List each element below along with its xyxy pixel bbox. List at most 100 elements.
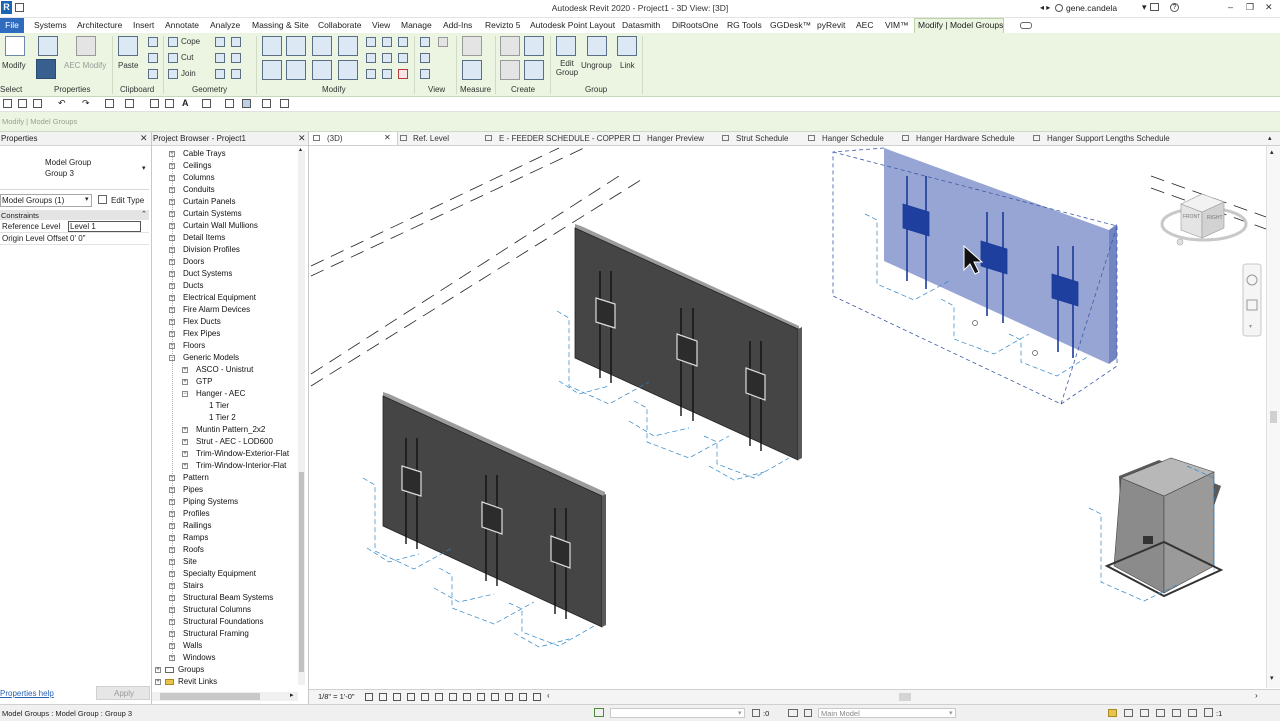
nav-arrows-icon[interactable]: ◂ ▸ bbox=[1040, 3, 1050, 12]
browser-item-trim-window-interior-flat[interactable]: + Trim-Window-Interior-Flat bbox=[152, 460, 298, 472]
browser-item-hanger-aec[interactable]: − Hanger - AEC bbox=[152, 388, 298, 400]
type-selector-dropdown-icon[interactable]: ▾ bbox=[142, 164, 146, 172]
expand-icon[interactable]: + bbox=[155, 667, 161, 673]
collapse-icon[interactable]: − bbox=[182, 391, 188, 397]
align-icon[interactable] bbox=[262, 36, 282, 56]
background-process-icon[interactable] bbox=[1188, 709, 1197, 717]
measure-qa-icon[interactable] bbox=[125, 99, 134, 108]
browser-item-pattern[interactable]: + Pattern bbox=[152, 472, 298, 484]
scroll-down-icon[interactable]: ▾ bbox=[1270, 674, 1274, 682]
collapse-icon[interactable]: ⌃ bbox=[141, 210, 147, 218]
measure-icon[interactable] bbox=[462, 36, 482, 56]
browser-hscrollbar-thumb[interactable] bbox=[160, 693, 260, 700]
tab-ggdesk[interactable]: GGDesk™ bbox=[770, 20, 811, 30]
dimension-icon[interactable] bbox=[462, 60, 482, 80]
browser-item-trim-window-exterior-flat[interactable]: + Trim-Window-Exterior-Flat bbox=[152, 448, 298, 460]
geometry-tool-icon[interactable] bbox=[215, 37, 225, 47]
origin-offset-value[interactable]: 0' 0" bbox=[70, 234, 86, 243]
cut-geometry-icon[interactable] bbox=[168, 53, 178, 63]
cut-scissors-icon[interactable] bbox=[148, 37, 158, 47]
editable-only-icon[interactable] bbox=[752, 709, 760, 717]
expand-icon[interactable]: + bbox=[182, 379, 188, 385]
view-tab-hanger-support-lengths[interactable]: Hanger Support Lengths Schedule bbox=[1047, 134, 1170, 143]
tab-analyze[interactable]: Analyze bbox=[210, 20, 240, 30]
ribbon-minimize-icon[interactable] bbox=[1020, 22, 1032, 29]
cope-button[interactable]: Cope bbox=[181, 37, 200, 46]
browser-item-windows[interactable]: + Windows bbox=[152, 652, 298, 664]
trim-icon[interactable] bbox=[366, 69, 376, 79]
browser-item-1-tier-2[interactable]: 1 Tier 2 bbox=[152, 412, 298, 424]
scroll-up-icon[interactable]: ▴ bbox=[1270, 148, 1274, 156]
join-button[interactable]: Join bbox=[181, 69, 196, 78]
paste-icon[interactable] bbox=[118, 36, 138, 56]
lock-view-icon[interactable] bbox=[463, 693, 471, 701]
cut-button[interactable]: Cut bbox=[181, 53, 193, 62]
browser-item-conduits[interactable]: + Conduits bbox=[152, 184, 298, 196]
view-tab-hanger-hardware[interactable]: Hanger Hardware Schedule bbox=[916, 134, 1015, 143]
geometry-tool-icon[interactable] bbox=[231, 53, 241, 63]
join-icon[interactable] bbox=[168, 69, 178, 79]
tab-manage[interactable]: Manage bbox=[401, 20, 432, 30]
hide-in-view-icon[interactable] bbox=[420, 69, 430, 79]
create-parts-icon[interactable] bbox=[500, 60, 520, 80]
filter-icon[interactable] bbox=[1204, 708, 1213, 717]
browser-item-columns[interactable]: + Columns bbox=[152, 172, 298, 184]
properties-icon[interactable] bbox=[38, 36, 58, 56]
create-group-icon[interactable] bbox=[524, 36, 544, 56]
shadows-icon[interactable] bbox=[407, 693, 415, 701]
restore-button[interactable]: ❐ bbox=[1246, 2, 1254, 13]
panel-select[interactable]: Select bbox=[0, 85, 22, 94]
copy-icon[interactable] bbox=[148, 53, 158, 63]
expand-icon[interactable]: + bbox=[182, 427, 188, 433]
browser-item-structural-beam-systems[interactable]: + Structural Beam Systems bbox=[152, 592, 298, 604]
browser-item-electrical-equipment[interactable]: + Electrical Equipment bbox=[152, 292, 298, 304]
browser-item-curtain-panels[interactable]: + Curtain Panels bbox=[152, 196, 298, 208]
expand-icon[interactable]: + bbox=[182, 451, 188, 457]
aec-modify-button[interactable]: AEC Modify bbox=[64, 61, 106, 70]
tab-datasmith[interactable]: Datasmith bbox=[622, 20, 660, 30]
delete-icon[interactable] bbox=[398, 69, 408, 79]
extend-icon[interactable] bbox=[382, 69, 392, 79]
view-scale[interactable]: 1/8" = 1'-0" bbox=[318, 692, 355, 701]
sun-path-icon[interactable] bbox=[393, 693, 401, 701]
highlight-displacement-icon[interactable] bbox=[533, 693, 541, 701]
create-similar-icon[interactable] bbox=[524, 60, 544, 80]
select-underlay-icon[interactable] bbox=[1124, 709, 1133, 717]
edit-group-button[interactable]: Edit Group bbox=[555, 59, 579, 77]
view-tool-icon[interactable] bbox=[438, 37, 448, 47]
view-tab-feeder-schedule[interactable]: E - FEEDER SCHEDULE - COPPER bbox=[499, 134, 631, 143]
browser-item-muntin-pattern-2x2[interactable]: + Muntin Pattern_2x2 bbox=[152, 424, 298, 436]
view-tab-3d[interactable]: (3D) bbox=[327, 134, 343, 143]
browser-scrollbar-thumb[interactable] bbox=[299, 472, 304, 672]
user-icon[interactable] bbox=[1055, 4, 1063, 12]
viewport-vscrollbar-thumb[interactable] bbox=[1270, 411, 1277, 423]
scroll-left-icon[interactable]: ‹ bbox=[547, 691, 550, 700]
geometry-tool-icon[interactable] bbox=[215, 69, 225, 79]
create-assembly-icon[interactable] bbox=[500, 36, 520, 56]
sync-icon[interactable] bbox=[33, 99, 42, 108]
browser-item-division-profiles[interactable]: + Division Profiles bbox=[152, 244, 298, 256]
visual-style-icon[interactable] bbox=[379, 693, 387, 701]
browser-item-1-tier[interactable]: 1 Tier bbox=[152, 400, 298, 412]
browser-item-gtp[interactable]: + GTP bbox=[152, 376, 298, 388]
close-hidden-windows-icon[interactable] bbox=[262, 99, 271, 108]
design-option-set-icon[interactable] bbox=[804, 709, 812, 717]
unpin-icon[interactable] bbox=[398, 37, 408, 47]
browser-item-structural-framing[interactable]: + Structural Framing bbox=[152, 628, 298, 640]
browser-item-specialty-equipment[interactable]: + Specialty Equipment bbox=[152, 568, 298, 580]
browser-item-profiles[interactable]: + Profiles bbox=[152, 508, 298, 520]
link-icon[interactable] bbox=[617, 36, 637, 56]
trim-extend-icon[interactable] bbox=[338, 60, 358, 80]
redo-icon[interactable]: ↷ bbox=[82, 98, 90, 109]
select-pinned-icon[interactable] bbox=[1140, 709, 1149, 717]
viewcube-home-icon[interactable] bbox=[1176, 238, 1184, 246]
browser-item-cable-trays[interactable]: + Cable Trays bbox=[152, 148, 298, 160]
tab-systems[interactable]: Systems bbox=[34, 20, 67, 30]
browser-item-structural-columns[interactable]: + Structural Columns bbox=[152, 604, 298, 616]
geometry-tool-icon[interactable] bbox=[231, 37, 241, 47]
tab-revizto[interactable]: Revizto 5 bbox=[485, 20, 520, 30]
thin-lines-icon[interactable] bbox=[242, 99, 251, 108]
expand-icon[interactable]: + bbox=[182, 439, 188, 445]
linework-icon[interactable] bbox=[420, 53, 430, 63]
array-icon[interactable] bbox=[366, 53, 376, 63]
